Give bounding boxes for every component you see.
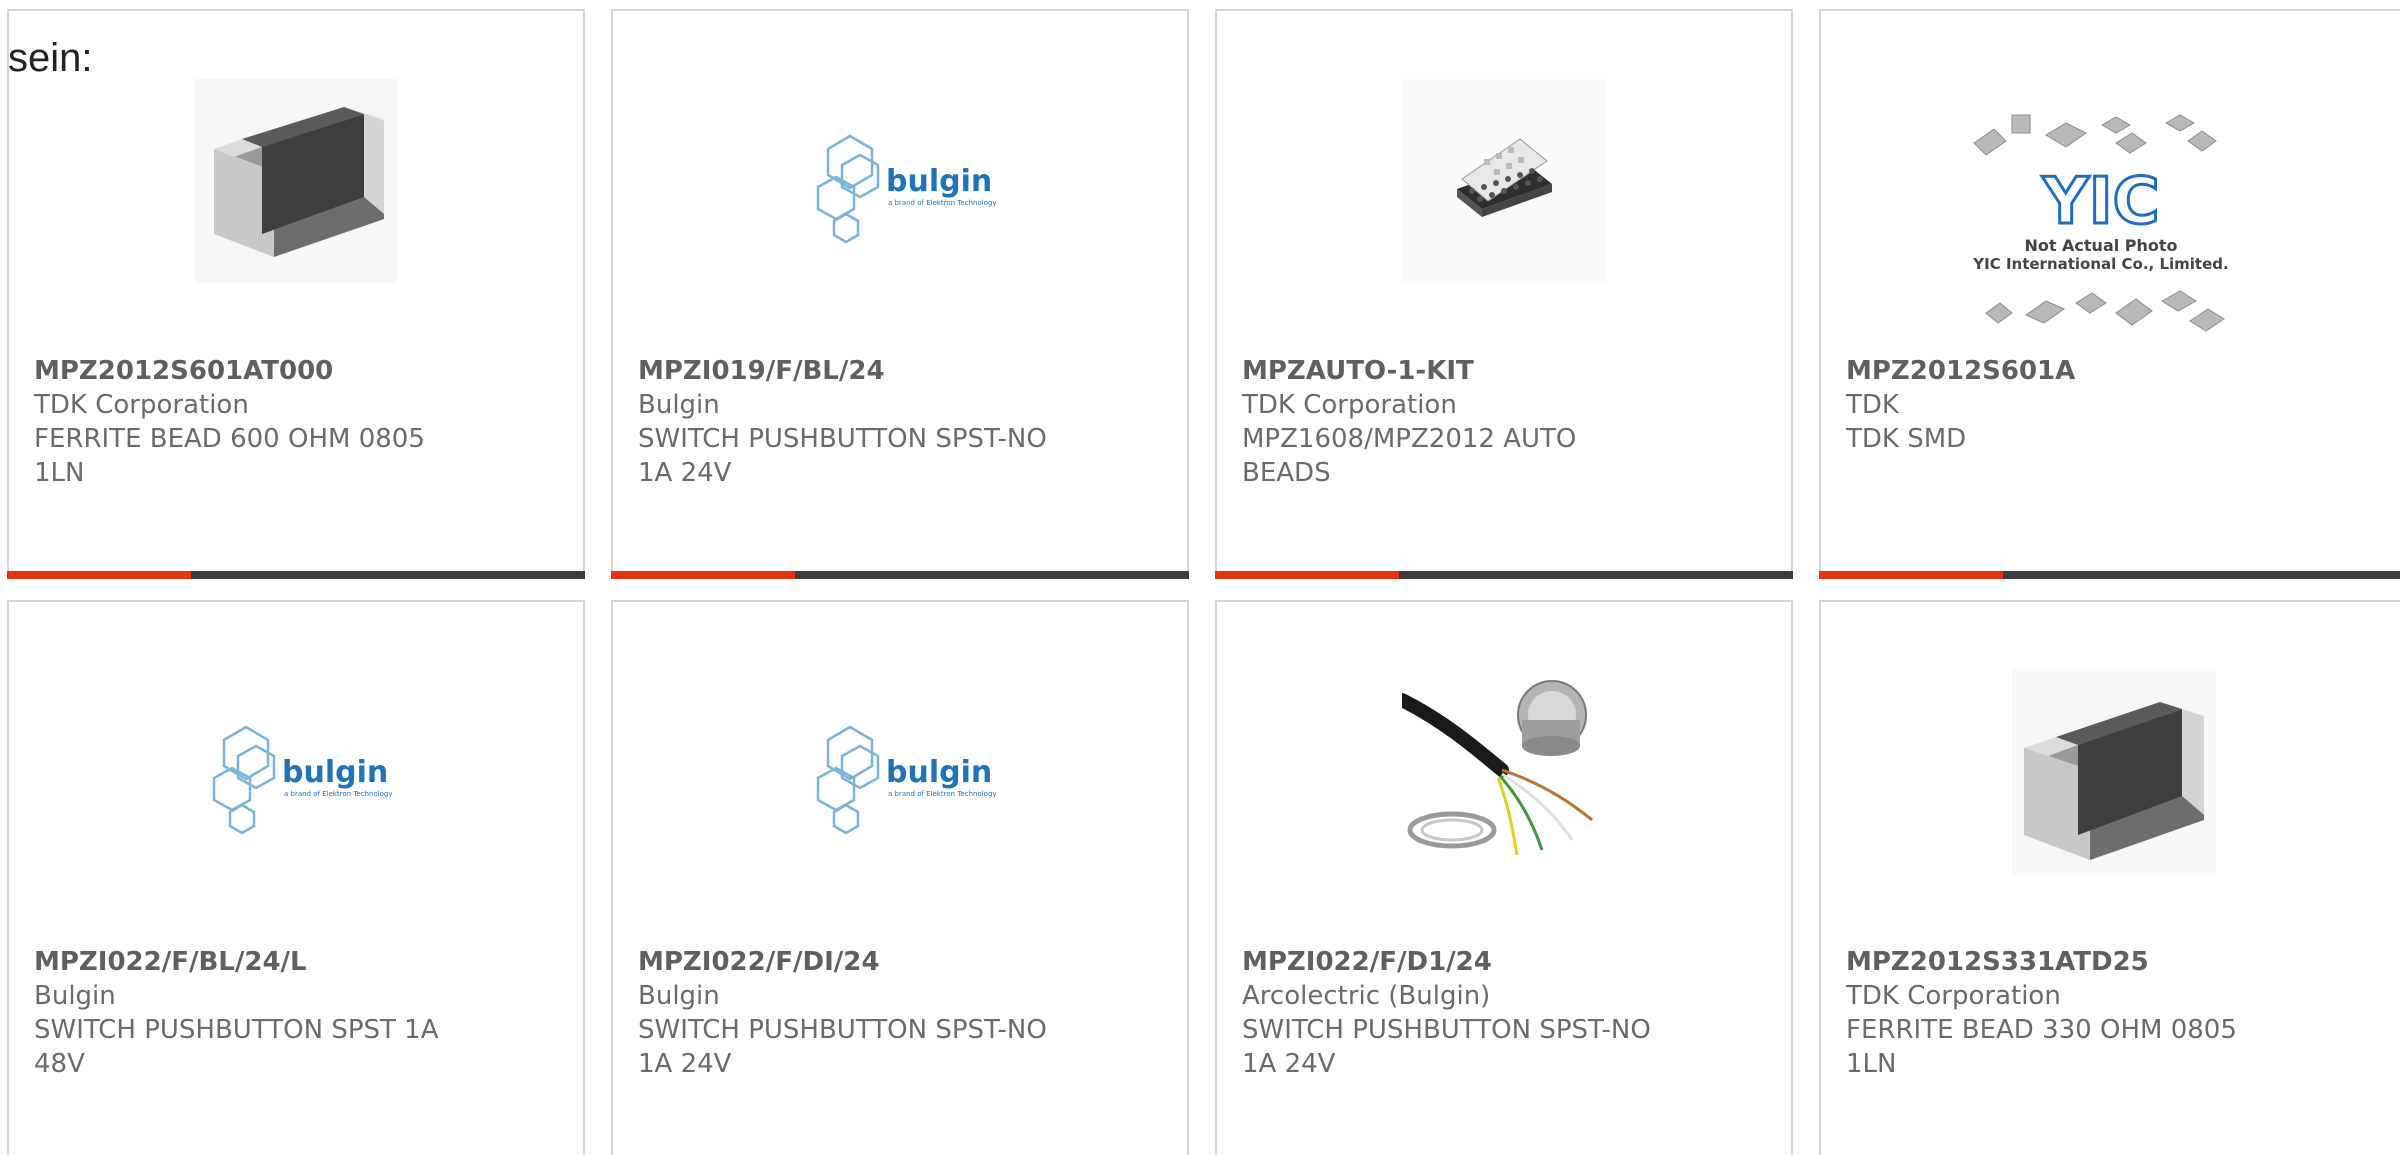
chip-component-icon[interactable] xyxy=(194,79,398,283)
product-info: MPZ2012S331ATD25 TDK Corporation FERRITE… xyxy=(1846,945,2387,1081)
description: FERRITE BEAD 330 OHM 0805 1LN xyxy=(1846,1015,2237,1079)
product-info: MPZI022/F/DI/24 Bulgin SWITCH PUSHBUTTON… xyxy=(638,945,1167,1081)
description: SWITCH PUSHBUTTON SPST-NO 1A 24V xyxy=(1242,1015,1651,1079)
yic-caption-line2: YIC International Co., Limited. xyxy=(1972,255,2228,273)
yic-placeholder-icon[interactable]: YIC Not Actual Photo YIC International C… xyxy=(1966,103,2236,343)
yic-logo-text: YIC xyxy=(2041,165,2159,239)
manufacturer: TDK Corporation xyxy=(1242,390,1457,420)
part-number[interactable]: MPZI022/F/DI/24 xyxy=(638,945,1167,979)
part-number[interactable]: MPZI019/F/BL/24 xyxy=(638,354,1167,388)
description: TDK SMD xyxy=(1846,424,1967,454)
description: SWITCH PUSHBUTTON SPST-NO 1A 24V xyxy=(638,424,1047,488)
bulgin-logo[interactable]: bulgin a brand of Elektron Technology xyxy=(798,79,1002,283)
product-info: MPZAUTO-1-KIT TDK Corporation MPZ1608/MP… xyxy=(1242,354,1771,490)
card-footer-accent xyxy=(7,571,191,579)
manufacturer: TDK xyxy=(1846,390,1899,420)
part-number[interactable]: MPZ2012S331ATD25 xyxy=(1846,945,2387,979)
kit-box-icon[interactable] xyxy=(1402,79,1606,283)
card-footer-accent xyxy=(1215,571,1399,579)
card-footer-bar xyxy=(611,571,1189,579)
yic-caption-line1: Not Actual Photo xyxy=(2024,236,2177,255)
manufacturer: Bulgin xyxy=(638,390,720,420)
description: SWITCH PUSHBUTTON SPST-NO 1A 24V xyxy=(638,1015,1047,1079)
card-footer-accent xyxy=(611,571,795,579)
product-card[interactable]: MPZAUTO-1-KIT TDK Corporation MPZ1608/MP… xyxy=(1215,9,1793,579)
description: SWITCH PUSHBUTTON SPST 1A 48V xyxy=(34,1015,439,1079)
intro-text: sein: xyxy=(8,36,93,80)
part-number[interactable]: MPZI022/F/BL/24/L xyxy=(34,945,563,979)
bulgin-logo[interactable]: bulgin a brand of Elektron Technology xyxy=(798,670,1002,874)
product-card[interactable]: MPZI022/F/D1/24 Arcolectric (Bulgin) SWI… xyxy=(1215,600,1793,1155)
product-card[interactable]: MPZ2012S331ATD25 TDK Corporation FERRITE… xyxy=(1819,600,2400,1155)
bulgin-logo-subtext: a brand of Elektron Technology xyxy=(888,790,997,798)
product-info: MPZ2012S601A TDK TDK SMD xyxy=(1846,354,2387,456)
manufacturer: TDK Corporation xyxy=(34,390,249,420)
product-card[interactable]: MPZ2012S601AT000 TDK Corporation FERRITE… xyxy=(7,9,585,579)
product-info: MPZI022/F/BL/24/L Bulgin SWITCH PUSHBUTT… xyxy=(34,945,563,1081)
part-number[interactable]: MPZAUTO-1-KIT xyxy=(1242,354,1771,388)
bulgin-logo-subtext: a brand of Elektron Technology xyxy=(284,790,393,798)
manufacturer: Bulgin xyxy=(638,981,720,1011)
description: MPZ1608/MPZ2012 AUTO BEADS xyxy=(1242,424,1577,488)
product-card[interactable]: bulgin a brand of Elektron Technology MP… xyxy=(7,600,585,1155)
product-card[interactable]: bulgin a brand of Elektron Technology MP… xyxy=(611,600,1189,1155)
product-info: MPZI019/F/BL/24 Bulgin SWITCH PUSHBUTTON… xyxy=(638,354,1167,490)
product-info: MPZ2012S601AT000 TDK Corporation FERRITE… xyxy=(34,354,563,490)
card-footer-bar xyxy=(1215,571,1793,579)
part-number[interactable]: MPZ2012S601AT000 xyxy=(34,354,563,388)
manufacturer: Arcolectric (Bulgin) xyxy=(1242,981,1491,1011)
chip-component-icon[interactable] xyxy=(2012,670,2216,874)
product-info: MPZI022/F/D1/24 Arcolectric (Bulgin) SWI… xyxy=(1242,945,1771,1081)
bulgin-logo-text: bulgin xyxy=(282,755,388,790)
product-card[interactable]: YIC Not Actual Photo YIC International C… xyxy=(1819,9,2400,579)
bulgin-logo-subtext: a brand of Elektron Technology xyxy=(888,199,997,207)
product-grid-page: sein: MPZ2012S601AT000 TDK Corporation F… xyxy=(0,0,2400,1155)
card-footer-accent xyxy=(1819,571,2003,579)
manufacturer: Bulgin xyxy=(34,981,116,1011)
bulgin-logo-text: bulgin xyxy=(886,755,992,790)
product-card[interactable]: bulgin a brand of Elektron Technology MP… xyxy=(611,9,1189,579)
description: FERRITE BEAD 600 OHM 0805 1LN xyxy=(34,424,425,488)
part-number[interactable]: MPZ2012S601A xyxy=(1846,354,2387,388)
manufacturer: TDK Corporation xyxy=(1846,981,2061,1011)
card-footer-bar xyxy=(1819,571,2400,579)
bulgin-logo[interactable]: bulgin a brand of Elektron Technology xyxy=(194,670,398,874)
bulgin-logo-text: bulgin xyxy=(886,164,992,199)
pushbutton-switch-icon[interactable] xyxy=(1402,670,1606,874)
part-number[interactable]: MPZI022/F/D1/24 xyxy=(1242,945,1771,979)
card-footer-bar xyxy=(7,571,585,579)
